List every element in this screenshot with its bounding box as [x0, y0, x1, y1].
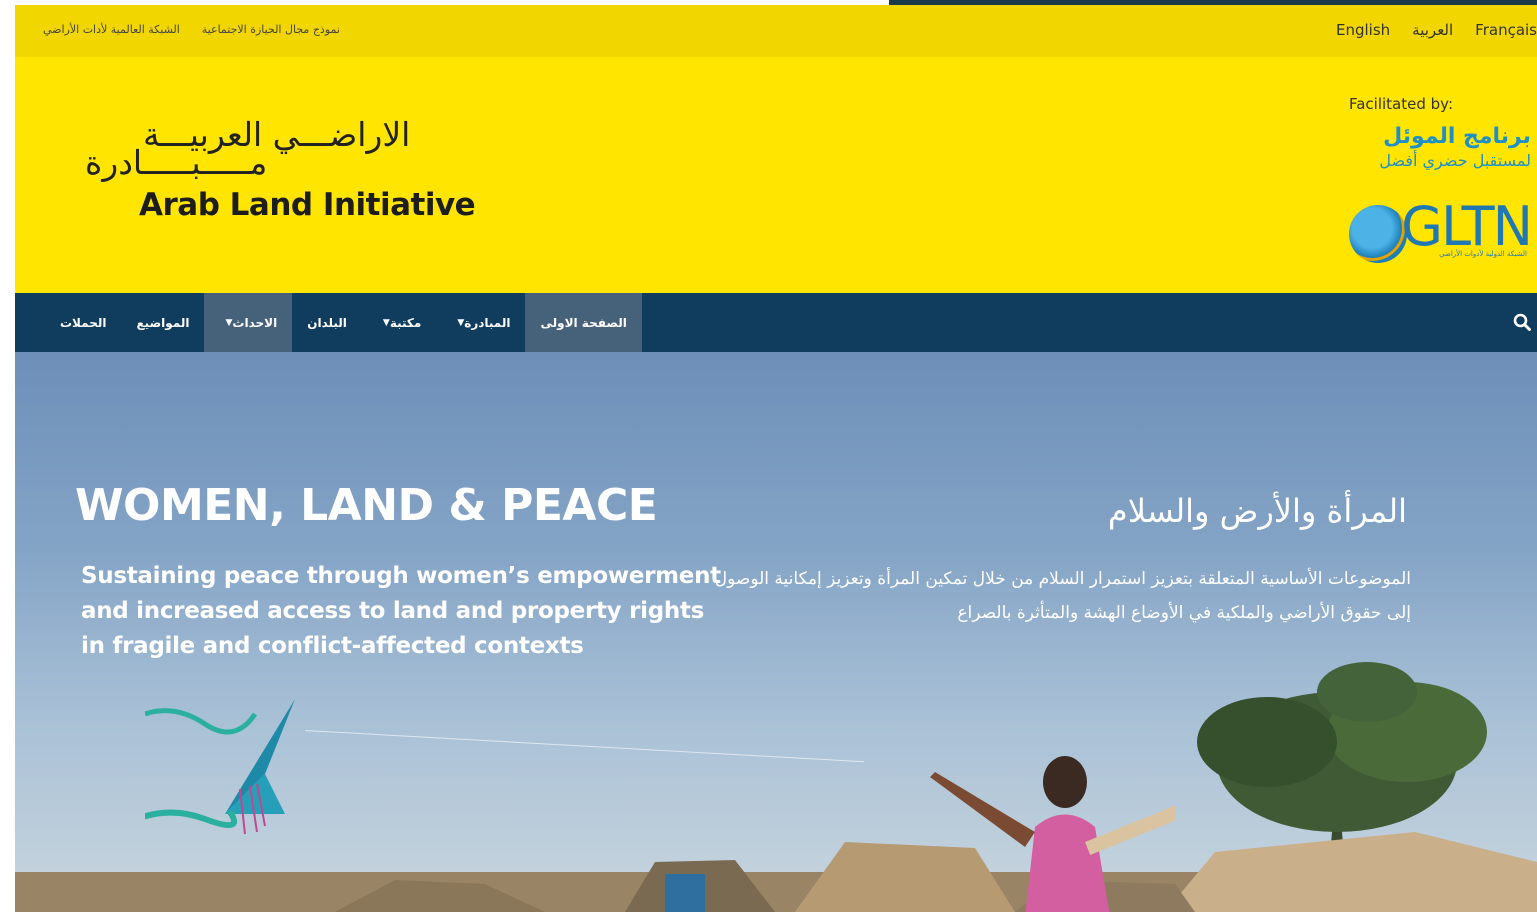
hero-title-arabic: المرأة والأرض والسلام: [1107, 492, 1407, 530]
habitat-title: برنامج الموئل: [1383, 124, 1531, 149]
hero-subtitle-arabic: الموضوعات الأساسية المتعلقة بتعزيز استمر…: [714, 569, 1411, 623]
globe-icon: [1349, 205, 1407, 263]
hero-title-english: WOMEN, LAND & PEACE: [75, 480, 658, 531]
top-link-social-tenure[interactable]: نموذج مجال الحيازة الاجتماعية: [202, 23, 340, 36]
logo-arabic-line2: مـــــبـــــادرة: [85, 143, 268, 182]
gltn-subtitle: الشبكة الدولية لأدوات الأراضي: [1439, 250, 1527, 258]
nav-item-home[interactable]: الصفحة الاولى: [525, 293, 642, 352]
nav-item-label: الحملات: [60, 315, 107, 330]
facilitated-by-label: Facilitated by:: [1348, 95, 1453, 113]
caret-down-icon: ▼: [225, 317, 233, 328]
lang-arabic[interactable]: العربية: [1412, 21, 1453, 39]
search-icon[interactable]: [1513, 313, 1531, 331]
habitat-tagline: لمستقبل حضري أفضل: [1379, 151, 1531, 170]
hero-banner: WOMEN, LAND & PEACE Sustaining peace thr…: [15, 352, 1537, 912]
logo-english: Arab Land Initiative: [139, 187, 476, 223]
main-navbar: الصفحة الاولى المبادرة ▼ مكتبة ▼ البلدان…: [15, 293, 1537, 352]
un-habitat-logo[interactable]: برنامج الموئل لمستقبل حضري أفضل: [1331, 123, 1531, 171]
top-links: نموذج مجال الحيازة الاجتماعية الشبكة الع…: [43, 23, 340, 36]
nav-item-label: البلدان: [307, 315, 347, 330]
top-utility-bar: نموذج مجال الحيازة الاجتماعية الشبكة الع…: [15, 5, 1537, 57]
nav-item-campaigns[interactable]: الحملات: [45, 293, 121, 352]
site-header: الاراضـــي العربيـــة مـــــبـــــادرة A…: [15, 57, 1537, 293]
nav-item-label: مكتبة: [389, 315, 422, 330]
nav-item-label: الصفحة الاولى: [540, 315, 627, 330]
nav-item-library[interactable]: مكتبة ▼: [362, 293, 436, 352]
nav-item-label: المواضيع: [136, 315, 190, 330]
caret-down-icon: ▼: [382, 317, 390, 328]
site-logo[interactable]: الاراضـــي العربيـــة مـــــبـــــادرة A…: [83, 109, 503, 239]
nav-item-topics[interactable]: المواضيع: [121, 293, 204, 352]
nav-item-label: الاحداث: [232, 315, 278, 330]
caret-down-icon: ▼: [457, 317, 465, 328]
top-link-gltn[interactable]: الشبكة العالمية لأدات الأراضي: [43, 23, 180, 36]
lang-english[interactable]: English: [1336, 21, 1390, 39]
nav-item-label: المبادرة: [464, 315, 511, 330]
girl-illustration: [930, 756, 1175, 912]
lang-french[interactable]: Français: [1475, 21, 1537, 39]
nav-menu: الصفحة الاولى المبادرة ▼ مكتبة ▼ البلدان…: [45, 293, 642, 352]
nav-item-events[interactable]: الاحداث ▼: [204, 293, 293, 352]
camp-huts-illustration: [15, 832, 1537, 912]
gltn-logo[interactable]: GLTN: [1401, 197, 1533, 257]
hero-subtitle-english: Sustaining peace through women’s empower…: [81, 563, 721, 659]
language-switcher: English العربية Français: [1336, 21, 1537, 39]
nav-item-initiative[interactable]: المبادرة ▼: [436, 293, 525, 352]
nav-item-countries[interactable]: البلدان: [292, 293, 362, 352]
kite-string: [304, 730, 865, 763]
page: نموذج مجال الحيازة الاجتماعية الشبكة الع…: [15, 0, 1537, 912]
